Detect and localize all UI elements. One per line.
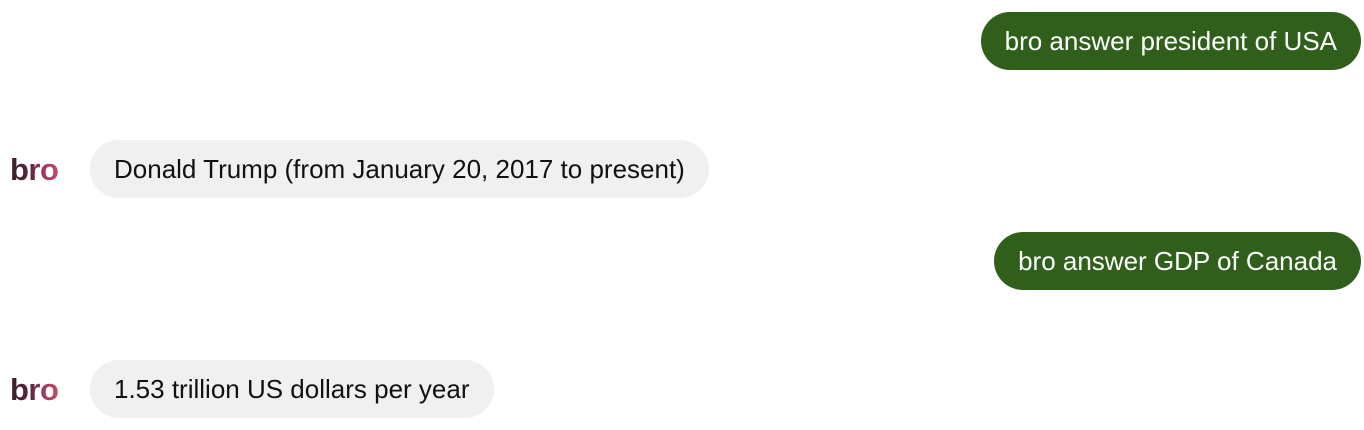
chat-thread: bro answer president of USA bro Donald T…: [0, 0, 1364, 430]
bot-message-row: bro 1.53 trillion US dollars per year: [0, 360, 1364, 418]
bot-message-row: bro Donald Trump (from January 20, 2017 …: [0, 140, 1364, 198]
user-message-text: bro answer president of USA: [1004, 25, 1337, 56]
bro-logo-icon: bro: [10, 151, 59, 187]
user-message-text: bro answer GDP of Canada: [1018, 245, 1337, 276]
bot-message-bubble: Donald Trump (from January 20, 2017 to p…: [90, 140, 709, 198]
bot-message-text: 1.53 trillion US dollars per year: [114, 373, 470, 404]
user-message-bubble: bro answer GDP of Canada: [994, 232, 1361, 290]
bro-logo-icon: bro: [10, 371, 59, 407]
user-message-row: bro answer president of USA: [0, 12, 1364, 70]
bot-avatar: bro: [10, 140, 72, 198]
bot-message-bubble: 1.53 trillion US dollars per year: [90, 360, 494, 418]
user-message-bubble: bro answer president of USA: [980, 12, 1361, 70]
user-message-row: bro answer GDP of Canada: [0, 232, 1364, 290]
bot-message-text: Donald Trump (from January 20, 2017 to p…: [114, 153, 685, 184]
bot-avatar: bro: [10, 360, 72, 418]
